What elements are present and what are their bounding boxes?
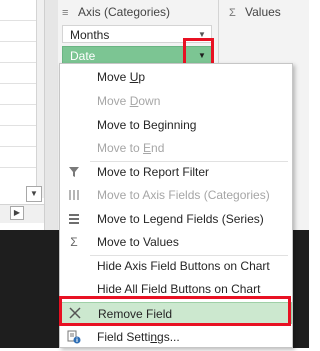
menu-item-move-up[interactable]: Move Up bbox=[60, 66, 292, 88]
scroll-right-arrow-icon[interactable]: ▶ bbox=[10, 206, 24, 220]
menu-item-label: Move to Beginning bbox=[97, 118, 197, 132]
sigma-icon: Σ bbox=[229, 7, 236, 19]
menu-item-label: Move to Report Filter bbox=[97, 165, 210, 179]
rows-icon bbox=[66, 208, 82, 232]
field-settings-icon bbox=[66, 326, 82, 351]
highlight-box-remove-field bbox=[59, 296, 291, 326]
values-header-label: Values bbox=[245, 5, 281, 19]
grid-row-line bbox=[0, 146, 36, 147]
menu-item-move-to-beginning[interactable]: Move to Beginning bbox=[60, 114, 292, 136]
menu-item-label: Move to Legend Fields (Series) bbox=[97, 212, 264, 226]
list-icon: ≡ bbox=[62, 7, 69, 19]
grid-row-line bbox=[0, 83, 36, 84]
axis-area-header: ≡ Axis (Categories) bbox=[62, 3, 170, 21]
grid-row-line bbox=[0, 125, 36, 126]
menu-item-label: Move to Axis Fields (Categories) bbox=[97, 188, 270, 202]
menu-item-label: Field Settings... bbox=[97, 330, 180, 344]
grid-row-line bbox=[0, 62, 36, 63]
menu-item-move-down[interactable]: Move Down bbox=[60, 90, 292, 112]
grid-row-line bbox=[0, 20, 36, 21]
sigma-icon: Σ bbox=[70, 235, 78, 249]
menu-item-label: Move Up bbox=[97, 70, 146, 84]
field-pill-label: Date bbox=[70, 49, 96, 63]
menu-item-move-to-end[interactable]: Move to End bbox=[60, 137, 292, 159]
axis-header-label: Axis (Categories) bbox=[78, 5, 171, 19]
menu-item-label: Move to End bbox=[97, 141, 165, 155]
columns-icon bbox=[66, 184, 82, 208]
menu-item-move-to-axis-fields[interactable]: Move to Axis Fields (Categories) bbox=[60, 184, 292, 206]
menu-item-move-to-values[interactable]: Σ Move to Values bbox=[60, 231, 292, 253]
grid-row-line bbox=[0, 167, 36, 168]
menu-item-hide-axis-field-buttons[interactable]: Hide Axis Field Buttons on Chart bbox=[60, 255, 292, 277]
values-area-header: Σ Values bbox=[229, 3, 281, 21]
menu-item-label: Move to Values bbox=[97, 235, 179, 249]
field-pill-label: Months bbox=[70, 28, 110, 42]
pane-divider bbox=[44, 0, 59, 230]
menu-item-field-settings[interactable]: Field Settings... bbox=[60, 326, 292, 348]
grid-row-line bbox=[0, 104, 36, 105]
filter-icon bbox=[66, 161, 82, 185]
grid-row-line bbox=[0, 41, 36, 42]
menu-item-label: Hide Axis Field Buttons on Chart bbox=[97, 259, 270, 273]
menu-item-label: Move Down bbox=[97, 94, 161, 108]
menu-item-move-to-legend-fields[interactable]: Move to Legend Fields (Series) bbox=[60, 208, 292, 230]
scroll-down-arrow-icon[interactable]: ▼ bbox=[26, 186, 42, 202]
menu-item-move-to-report-filter[interactable]: Move to Report Filter bbox=[60, 161, 292, 183]
